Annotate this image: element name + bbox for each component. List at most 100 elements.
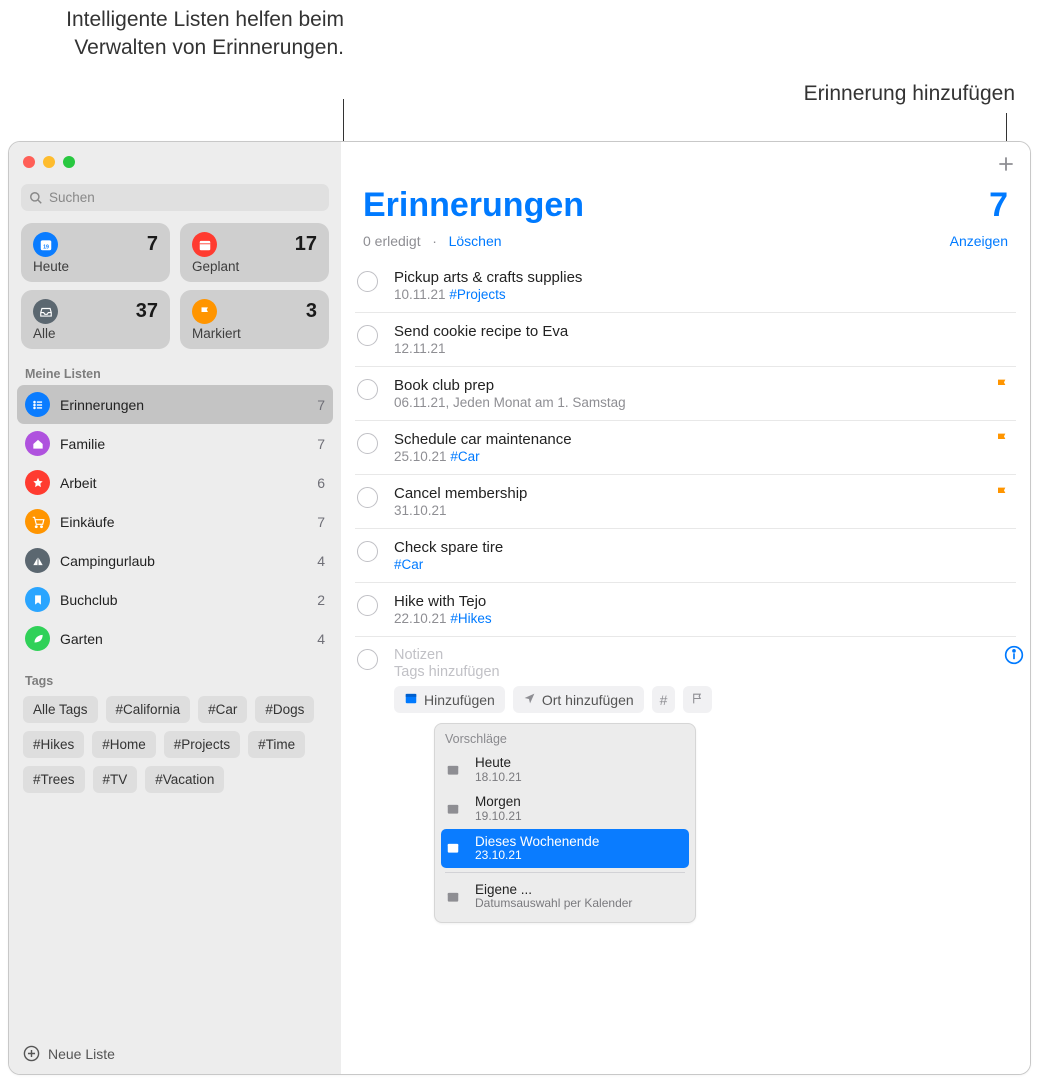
search-input[interactable]: Suchen xyxy=(21,184,329,211)
tag-chip[interactable]: #Car xyxy=(198,696,247,723)
app-window: Suchen 197Heute17Geplant37Alle3Markiert … xyxy=(8,141,1031,1075)
tag-chip[interactable]: #Dogs xyxy=(255,696,314,723)
add-tags-placeholder[interactable]: Tags hinzufügen xyxy=(394,664,1016,680)
add-flag-chip[interactable] xyxy=(683,686,712,713)
tag-chip[interactable]: #Projects xyxy=(164,731,240,758)
reminder-subtitle: 22.10.21 #Hikes xyxy=(394,611,1008,626)
toolbar xyxy=(341,142,1030,178)
flag-icon xyxy=(691,692,704,708)
smart-card-label: Geplant xyxy=(192,259,317,274)
calendar-icon xyxy=(404,691,418,708)
add-reminder-button[interactable] xyxy=(992,150,1020,178)
reminder-row[interactable]: Pickup arts & crafts supplies10.11.21 #P… xyxy=(355,259,1016,313)
smart-card-label: Alle xyxy=(33,326,158,341)
completion-circle[interactable] xyxy=(357,433,378,454)
suggestion-item[interactable]: Morgen19.10.21 xyxy=(435,789,695,828)
reminder-row[interactable]: Schedule car maintenance25.10.21 #Car xyxy=(355,421,1016,475)
close-window-button[interactable] xyxy=(23,156,35,168)
smart-card-geplant[interactable]: 17 Geplant xyxy=(180,223,329,282)
completion-circle[interactable] xyxy=(357,541,378,562)
tag-chip[interactable]: #California xyxy=(106,696,191,723)
add-date-chip[interactable]: Hinzufügen xyxy=(394,686,505,713)
completion-circle[interactable] xyxy=(357,487,378,508)
reminder-subtitle: 25.10.21 #Car xyxy=(394,449,1008,464)
tag-chip[interactable]: #Vacation xyxy=(145,766,224,793)
completion-circle[interactable] xyxy=(357,379,378,400)
completion-circle[interactable] xyxy=(357,595,378,616)
suggestion-subtitle: 19.10.21 xyxy=(475,810,522,824)
tent-icon xyxy=(25,548,50,573)
info-button[interactable] xyxy=(1004,645,1024,670)
tag-chip[interactable]: #Trees xyxy=(23,766,85,793)
sidebar-list-arbeit[interactable]: Arbeit6 xyxy=(17,463,333,502)
bookmark-icon xyxy=(25,587,50,612)
list-name: Arbeit xyxy=(60,475,317,491)
new-list-button[interactable]: Neue Liste xyxy=(9,1035,341,1074)
suggestion-title: Eigene ... xyxy=(475,882,632,898)
plus-circle-icon xyxy=(23,1045,40,1062)
plus-icon xyxy=(996,154,1016,174)
add-date-label: Hinzufügen xyxy=(424,692,495,708)
smart-card-count: 17 xyxy=(295,233,317,256)
list-title: Erinnerungen xyxy=(363,186,584,225)
completed-count: 0 erledigt xyxy=(363,233,421,249)
reminder-row[interactable]: Cancel membership31.10.21 xyxy=(355,475,1016,529)
suggestion-item[interactable]: Dieses Wochenende23.10.21 xyxy=(441,829,689,868)
tag-chip[interactable]: #TV xyxy=(93,766,138,793)
svg-text:19: 19 xyxy=(43,244,49,250)
tag-chip[interactable]: #Time xyxy=(248,731,305,758)
reminder-tag[interactable]: #Projects xyxy=(449,287,505,302)
tags-container: Alle Tags #California #Car #Dogs #Hikes #Home… xyxy=(9,692,341,803)
show-completed-button[interactable]: Anzeigen xyxy=(950,233,1008,249)
list-count: 7 xyxy=(989,186,1008,225)
reminder-lists: Erinnerungen7Familie7Arbeit6Einkäufe7Cam… xyxy=(9,385,341,658)
reminder-tag[interactable]: #Hikes xyxy=(450,611,491,626)
reminder-row[interactable]: Check spare tire#Car xyxy=(355,529,1016,583)
sidebar-list-einkäufe[interactable]: Einkäufe7 xyxy=(17,502,333,541)
reminder-title: Cancel membership xyxy=(394,485,1008,502)
minimize-window-button[interactable] xyxy=(43,156,55,168)
reminder-row[interactable]: Hike with Tejo22.10.21 #Hikes xyxy=(355,583,1016,637)
star-icon xyxy=(25,470,50,495)
reminder-tag[interactable]: #Car xyxy=(394,557,423,572)
reminder-subtitle: 31.10.21 xyxy=(394,503,1008,518)
sidebar-list-familie[interactable]: Familie7 xyxy=(17,424,333,463)
suggestion-title: Dieses Wochenende xyxy=(475,834,599,850)
cart-icon xyxy=(25,509,50,534)
add-location-chip[interactable]: Ort hinzufügen xyxy=(513,686,644,713)
calendar-icon xyxy=(192,232,217,257)
sidebar-list-erinnerungen[interactable]: Erinnerungen7 xyxy=(17,385,333,424)
completion-circle[interactable] xyxy=(357,271,378,292)
completion-circle[interactable] xyxy=(357,325,378,346)
delete-completed-button[interactable]: Löschen xyxy=(449,233,502,249)
list-name: Campingurlaub xyxy=(60,553,317,569)
fullscreen-window-button[interactable] xyxy=(63,156,75,168)
reminder-tag[interactable]: #Car xyxy=(450,449,479,464)
suggestion-subtitle: 18.10.21 xyxy=(475,771,522,785)
reminder-row[interactable]: Send cookie recipe to Eva12.11.21 xyxy=(355,313,1016,367)
sidebar-list-garten[interactable]: Garten4 xyxy=(17,619,333,658)
add-tag-chip[interactable]: # xyxy=(652,686,676,713)
tag-chip[interactable]: #Home xyxy=(92,731,156,758)
notes-placeholder[interactable]: Notizen xyxy=(394,647,1016,663)
smart-card-alle[interactable]: 37Alle xyxy=(21,290,170,349)
suggestion-item[interactable]: Eigene ...Datumsauswahl per Kalender xyxy=(435,877,695,916)
list-bullet-icon xyxy=(25,392,50,417)
list-count: 7 xyxy=(317,397,325,413)
reminder-title: Schedule car maintenance xyxy=(394,431,1008,448)
new-reminder-row[interactable]: Notizen Tags hinzufügen Hinzufügen Ort h… xyxy=(341,637,1030,923)
smart-card-heute[interactable]: 197Heute xyxy=(21,223,170,282)
suggestion-item[interactable]: Heute18.10.21 xyxy=(435,750,695,789)
completion-circle[interactable] xyxy=(357,649,378,670)
dot: · xyxy=(432,233,437,249)
date-suggestions-panel: Vorschläge Heute18.10.21Morgen19.10.21Di… xyxy=(434,723,696,923)
tag-chip[interactable]: Alle Tags xyxy=(23,696,98,723)
tag-chip[interactable]: #Hikes xyxy=(23,731,84,758)
smart-card-count: 7 xyxy=(147,233,158,256)
reminder-row[interactable]: Book club prep06.11.21, Jeden Monat am 1… xyxy=(355,367,1016,421)
list-name: Familie xyxy=(60,436,317,452)
sidebar-list-buchclub[interactable]: Buchclub2 xyxy=(17,580,333,619)
smart-card-markiert[interactable]: 3Markiert xyxy=(180,290,329,349)
sidebar-list-campingurlaub[interactable]: Campingurlaub4 xyxy=(17,541,333,580)
suggestion-title: Morgen xyxy=(475,794,522,810)
